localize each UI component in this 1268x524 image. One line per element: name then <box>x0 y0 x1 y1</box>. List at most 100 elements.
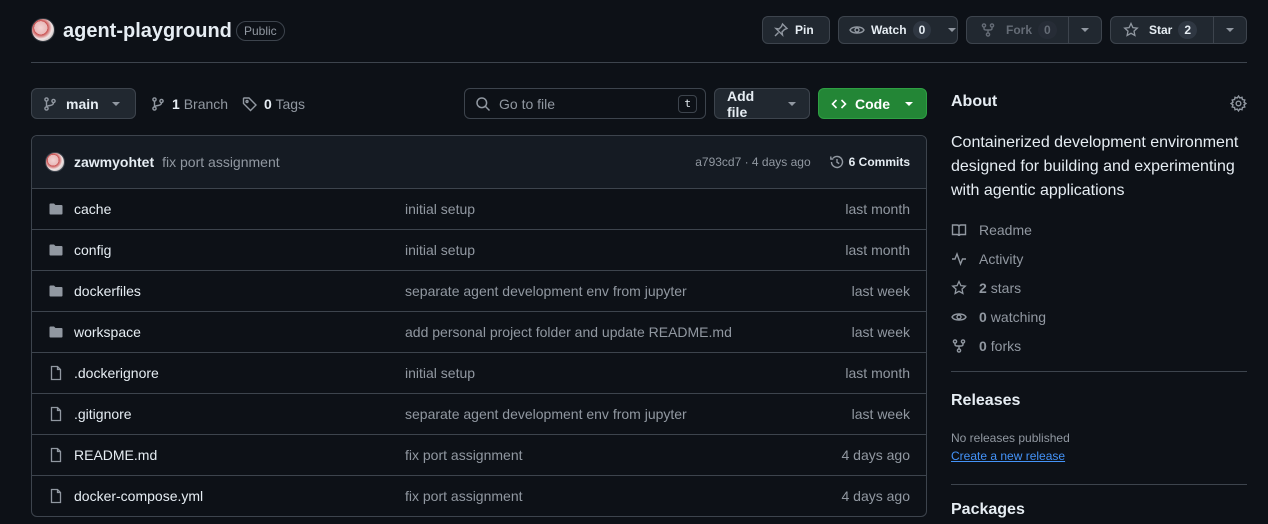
book-icon <box>951 222 967 238</box>
table-row[interactable]: README.md fix port assignment 4 days ago <box>32 435 926 476</box>
fork-icon <box>980 22 996 38</box>
file-list: cache initial setup last month config initia… <box>32 189 926 516</box>
commits-count-label: 6 Commits <box>848 155 910 169</box>
folder-icon <box>48 324 64 340</box>
gear-icon[interactable] <box>1230 95 1247 112</box>
file-name-link[interactable]: .gitignore <box>74 406 132 422</box>
file-table: zawmyohtet fix port assignment a793cd7 ·… <box>31 135 927 517</box>
pulse-icon <box>951 251 967 267</box>
file-icon <box>48 365 64 381</box>
table-row[interactable]: dockerfiles separate agent development en… <box>32 271 926 312</box>
commits-history-link[interactable]: 6 Commits <box>829 154 910 170</box>
fork-icon <box>951 338 967 354</box>
caret-down-icon <box>787 99 797 109</box>
caret-down-icon <box>947 25 957 35</box>
activity-link[interactable]: Activity <box>951 249 1023 269</box>
table-row[interactable]: docker-compose.yml fix port assignment 4 d… <box>32 476 926 516</box>
watching-count: 0 <box>979 309 987 325</box>
table-row[interactable]: config initial setup last month <box>32 230 926 271</box>
forks-count: 0 <box>979 338 987 354</box>
commit-message[interactable]: fix port assignment <box>162 154 280 170</box>
caret-down-icon <box>111 99 121 109</box>
file-commit-message[interactable]: fix port assignment <box>405 488 523 504</box>
code-label: Code <box>855 95 890 112</box>
search-placeholder: Go to file <box>499 95 556 112</box>
keyboard-shortcut-hint: t <box>678 94 697 113</box>
fork-label: Fork <box>1006 23 1033 37</box>
tag-icon <box>242 96 258 112</box>
latest-commit-bar: zawmyohtet fix port assignment a793cd7 ·… <box>32 136 926 189</box>
branch-icon <box>42 96 58 112</box>
branches-link[interactable]: 1 Branch <box>150 88 228 119</box>
file-commit-date: last week <box>851 324 910 340</box>
table-row[interactable]: .dockerignore initial setup last month <box>32 353 926 394</box>
commit-author-avatar[interactable] <box>45 152 65 172</box>
caret-down-icon <box>1080 25 1090 35</box>
repo-owner-avatar[interactable] <box>31 18 55 42</box>
readme-label: Readme <box>979 222 1032 238</box>
caret-down-icon <box>904 99 914 109</box>
stars-link[interactable]: 2 stars <box>951 278 1021 298</box>
forks-link[interactable]: 0 forks <box>951 336 1021 356</box>
star-count: 2 <box>1178 21 1198 39</box>
watch-button-group[interactable]: Watch 0 <box>838 16 958 44</box>
folder-icon <box>48 242 64 258</box>
file-name-link[interactable]: .dockerignore <box>74 365 159 381</box>
file-commit-date: last month <box>845 242 910 258</box>
file-name-link[interactable]: config <box>74 242 111 258</box>
packages-heading[interactable]: Packages <box>951 501 1025 519</box>
file-name-link[interactable]: docker-compose.yml <box>74 488 203 504</box>
visibility-badge: Public <box>236 21 285 41</box>
watch-button[interactable]: Watch 0 <box>839 17 939 43</box>
file-commit-message[interactable]: fix port assignment <box>405 447 523 463</box>
create-release-link[interactable]: Create a new release <box>951 449 1065 463</box>
eye-icon <box>849 22 865 38</box>
file-commit-message[interactable]: separate agent development env from jupy… <box>405 406 687 422</box>
branch-selector[interactable]: main <box>31 88 136 119</box>
tags-link[interactable]: 0 Tags <box>242 88 305 119</box>
watch-dropdown[interactable] <box>939 17 965 43</box>
file-commit-message[interactable]: separate agent development env from jupy… <box>405 283 687 299</box>
file-icon <box>48 488 64 504</box>
readme-link[interactable]: Readme <box>951 220 1032 240</box>
star-button[interactable]: Star 2 <box>1111 17 1213 43</box>
branch-icon <box>150 96 166 112</box>
watch-label: Watch <box>871 23 907 37</box>
file-name-link[interactable]: workspace <box>74 324 141 340</box>
forks-word: forks <box>990 338 1022 354</box>
star-dropdown[interactable] <box>1214 17 1246 43</box>
pin-label: Pin <box>795 23 814 37</box>
file-name-link[interactable]: cache <box>74 201 111 217</box>
fork-button[interactable]: Fork 0 <box>967 17 1068 43</box>
commit-hash-time[interactable]: a793cd7 · 4 days ago <box>695 155 810 169</box>
pin-button[interactable]: Pin <box>762 16 830 44</box>
file-commit-message[interactable]: add personal project folder and update R… <box>405 324 732 340</box>
activity-label: Activity <box>979 251 1024 267</box>
table-row[interactable]: workspace add personal project folder and… <box>32 312 926 353</box>
file-commit-date: 4 days ago <box>841 488 911 504</box>
fork-count: 0 <box>1038 21 1057 39</box>
code-icon <box>831 96 847 112</box>
file-icon <box>48 447 64 463</box>
add-file-label: Add file <box>727 87 755 120</box>
table-row[interactable]: .gitignore separate agent development env… <box>32 394 926 435</box>
file-name-link[interactable]: dockerfiles <box>74 283 141 299</box>
table-row[interactable]: cache initial setup last month <box>32 189 926 230</box>
fork-button-group[interactable]: Fork 0 <box>966 16 1102 44</box>
file-commit-message[interactable]: initial setup <box>405 201 475 217</box>
watch-count: 0 <box>912 21 932 39</box>
go-to-file-input[interactable]: Go to file t <box>464 88 706 119</box>
fork-dropdown[interactable] <box>1069 17 1101 43</box>
file-commit-message[interactable]: initial setup <box>405 242 475 258</box>
repo-name[interactable]: agent-playground <box>63 18 232 44</box>
commit-author[interactable]: zawmyohtet <box>74 154 154 170</box>
releases-heading[interactable]: Releases <box>951 392 1020 410</box>
code-button[interactable]: Code <box>818 88 927 119</box>
watching-link[interactable]: 0 watching <box>951 307 1046 327</box>
file-commit-message[interactable]: initial setup <box>405 365 475 381</box>
search-icon <box>475 96 491 112</box>
add-file-button[interactable]: Add file <box>714 87 810 120</box>
file-name-link[interactable]: README.md <box>74 447 157 463</box>
branch-word: Branch <box>183 95 229 112</box>
star-button-group[interactable]: Star 2 <box>1110 16 1247 44</box>
